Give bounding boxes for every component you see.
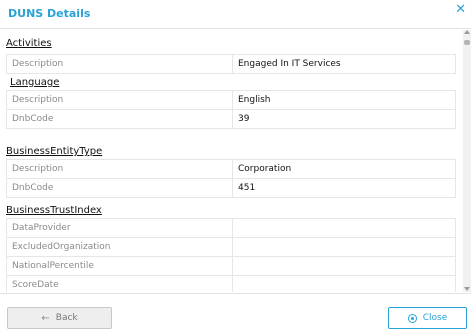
- row-key: DnbCode: [6, 109, 233, 129]
- table-row: DnbCode 451: [6, 178, 456, 198]
- row-value: [232, 275, 456, 292]
- row-value: Engaged In IT Services: [232, 54, 456, 74]
- section-title-language: Language: [10, 77, 60, 88]
- close-icon[interactable]: ✕: [455, 2, 466, 18]
- language-table: Description English DnbCode 39: [6, 90, 456, 129]
- row-key: ScoreDate: [6, 275, 233, 292]
- scroll-thumb[interactable]: [464, 40, 470, 45]
- table-row: ScoreDate: [6, 275, 456, 292]
- row-value: 39: [232, 109, 456, 129]
- section-title-activities: Activities: [6, 38, 52, 49]
- scroll-down-arrow-icon[interactable]: [464, 287, 470, 291]
- section-title-business-entity-type: BusinessEntityType: [6, 146, 103, 157]
- table-row: ExcludedOrganization: [6, 237, 456, 257]
- row-key: DataProvider: [6, 218, 233, 238]
- back-button[interactable]: ← Back: [7, 307, 112, 329]
- table-row: Description Corporation: [6, 159, 456, 179]
- scroll-up-arrow-icon[interactable]: [464, 30, 470, 34]
- close-button-label: Close: [422, 313, 448, 323]
- arrow-left-icon: ←: [41, 312, 50, 324]
- row-key: Description: [6, 159, 233, 179]
- row-key: NationalPercentile: [6, 256, 233, 276]
- row-key: Description: [6, 54, 233, 74]
- table-row: Description English: [6, 90, 456, 110]
- row-key: Description: [6, 90, 233, 110]
- table-row: DnbCode 39: [6, 109, 456, 129]
- row-key: DnbCode: [6, 178, 233, 198]
- vertical-scrollbar[interactable]: [463, 30, 471, 292]
- dialog-header: DUNS Details ✕: [0, 0, 471, 29]
- table-row: NationalPercentile: [6, 256, 456, 276]
- dialog-content[interactable]: Activities Description Engaged In IT Ser…: [0, 30, 463, 292]
- close-button[interactable]: Close: [388, 307, 467, 329]
- table-row: DataProvider: [6, 218, 456, 238]
- activities-table: Description Engaged In IT Services: [6, 54, 456, 74]
- row-value: 451: [232, 178, 456, 198]
- back-button-label: Back: [55, 313, 78, 323]
- row-value: [232, 237, 456, 257]
- row-value: English: [232, 90, 456, 110]
- dialog-footer: ← Back Close: [0, 293, 471, 333]
- business-trust-index-table: DataProvider ExcludedOrganization Nation…: [6, 218, 456, 292]
- row-value: [232, 256, 456, 276]
- business-entity-type-table: Description Corporation DnbCode 451: [6, 159, 456, 198]
- section-title-business-trust-index: BusinessTrustIndex: [6, 205, 102, 216]
- table-row: Description Engaged In IT Services: [6, 54, 456, 74]
- row-value: Corporation: [232, 159, 456, 179]
- row-value: [232, 218, 456, 238]
- row-key: ExcludedOrganization: [6, 237, 233, 257]
- dialog-title: DUNS Details: [8, 7, 91, 20]
- close-circle-icon: [407, 313, 417, 323]
